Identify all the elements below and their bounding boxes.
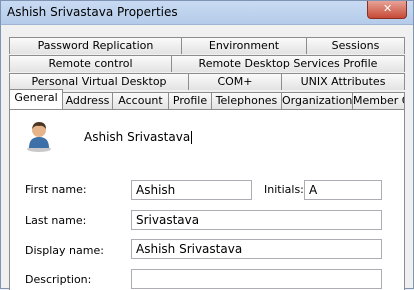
user-display-name-header: Ashish Srivastava (84, 130, 193, 144)
properties-window: Ashish Srivastava Properties ✕ Password … (0, 0, 414, 290)
window-title: Ashish Srivastava Properties (7, 5, 178, 19)
display-name-field[interactable]: Ashish Srivastava (131, 239, 382, 259)
general-tab-panel: Ashish Srivastava First name: Ashish Ini… (9, 109, 405, 290)
text-caret (191, 131, 193, 144)
tab-row-3: Personal Virtual Desktop COM+ UNIX Attri… (9, 73, 405, 90)
initials-field[interactable]: A (304, 180, 382, 200)
tab-com-plus[interactable]: COM+ (188, 73, 282, 90)
initials-label: Initials: (264, 183, 304, 196)
tab-personal-virtual-desktop[interactable]: Personal Virtual Desktop (9, 73, 189, 90)
close-icon: ✕ (383, 2, 393, 15)
display-name-label: Display name: (25, 244, 104, 257)
tab-address[interactable]: Address (62, 92, 113, 109)
description-field[interactable] (131, 269, 382, 289)
tab-environment[interactable]: Environment (181, 37, 307, 54)
header-name-text: Ashish Srivastava (84, 130, 191, 144)
tab-member-of[interactable]: Member Of (352, 92, 405, 109)
close-button[interactable]: ✕ (367, 1, 407, 19)
last-name-field[interactable]: Srivastava (131, 210, 382, 230)
tab-sessions[interactable]: Sessions (306, 37, 405, 54)
tab-password-replication[interactable]: Password Replication (9, 37, 182, 54)
tab-organization[interactable]: Organization (281, 92, 353, 109)
tab-profile[interactable]: Profile (168, 92, 212, 109)
tab-unix-attributes[interactable]: UNIX Attributes (281, 73, 405, 90)
tab-rds-profile[interactable]: Remote Desktop Services Profile (171, 55, 405, 72)
first-name-label: First name: (25, 183, 87, 196)
tab-account[interactable]: Account (112, 92, 169, 109)
title-bar[interactable]: Ashish Srivastava Properties ✕ (1, 1, 413, 25)
tab-row-4: General Address Account Profile Telephon… (9, 89, 405, 109)
user-icon (27, 122, 51, 152)
tab-telephones[interactable]: Telephones (211, 92, 282, 109)
tab-row-2: Remote control Remote Desktop Services P… (9, 55, 405, 72)
tab-row-1: Password Replication Environment Session… (9, 37, 405, 54)
description-label: Description: (25, 273, 92, 286)
tab-remote-control[interactable]: Remote control (9, 55, 172, 72)
tab-general[interactable]: General (9, 89, 63, 109)
last-name-label: Last name: (25, 214, 87, 227)
first-name-field[interactable]: Ashish (131, 180, 252, 200)
